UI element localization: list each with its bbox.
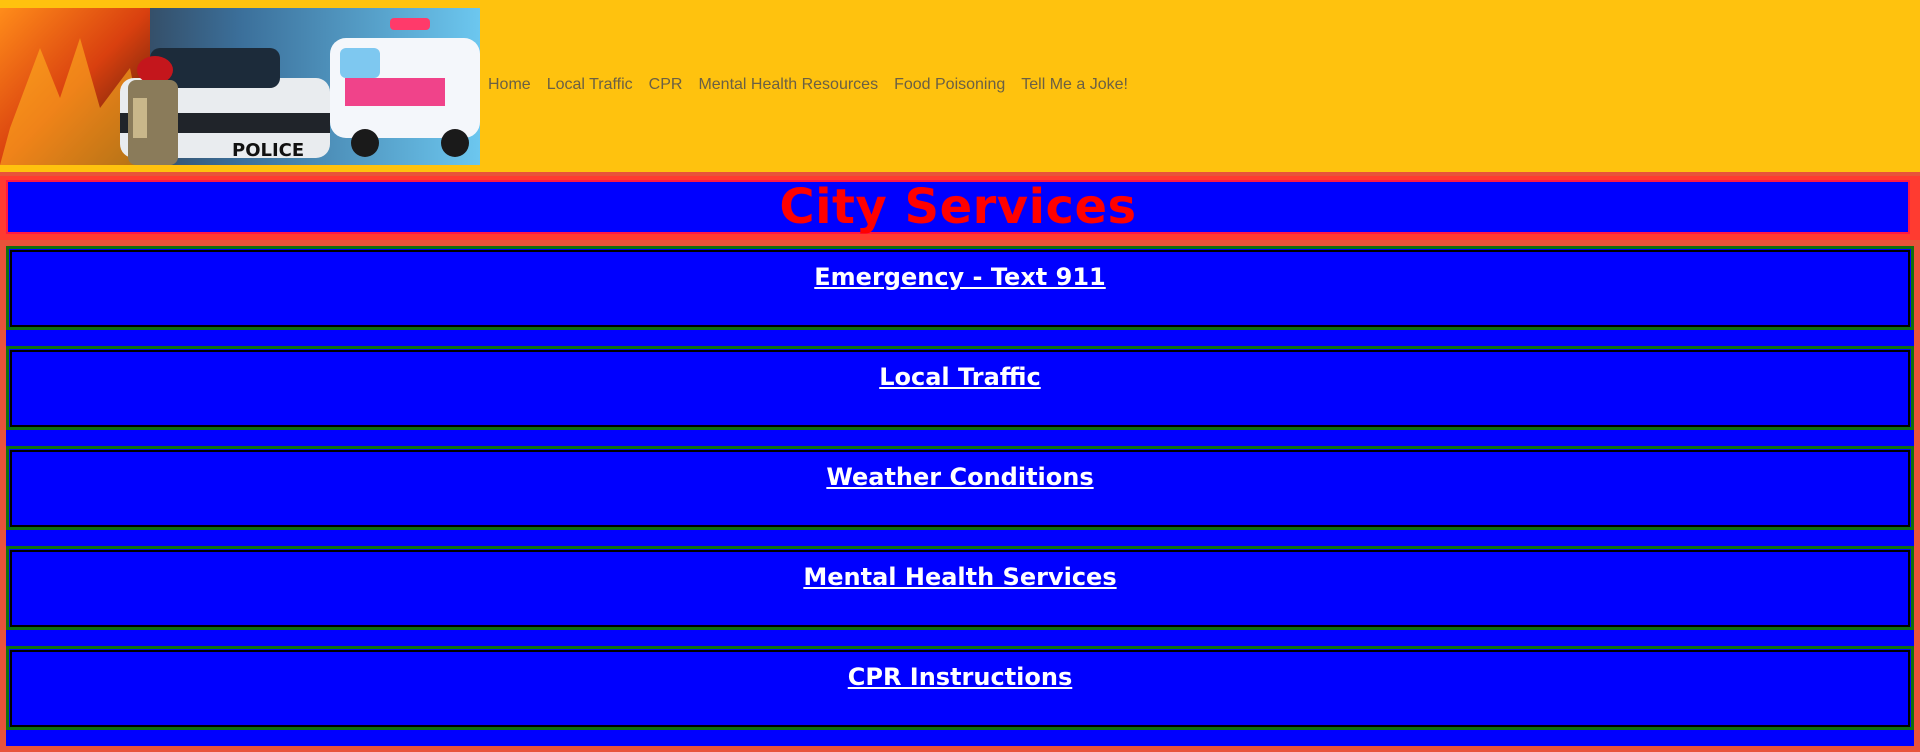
title-panel: City Services [6, 179, 1910, 235]
service-weather: Weather Conditions [6, 446, 1914, 530]
service-link-cpr[interactable]: CPR Instructions [848, 663, 1073, 725]
service-cpr: CPR Instructions [6, 646, 1914, 730]
nav-mental-health-resources[interactable]: Mental Health Resources [698, 76, 878, 94]
nav-cpr[interactable]: CPR [649, 76, 683, 94]
page-title: City Services [779, 179, 1137, 235]
service-link-mental-health[interactable]: Mental Health Services [803, 563, 1116, 625]
nav-home[interactable]: Home [488, 76, 531, 94]
svg-text:POLICE: POLICE [232, 140, 304, 161]
nav-tell-me-a-joke[interactable]: Tell Me a Joke! [1021, 76, 1128, 94]
service-link-local-traffic[interactable]: Local Traffic [879, 363, 1041, 425]
service-card: Local Traffic [10, 350, 1910, 427]
main-nav: Home Local Traffic CPR Mental Health Res… [488, 76, 1144, 94]
service-card: Mental Health Services [10, 550, 1910, 627]
service-link-emergency[interactable]: Emergency - Text 911 [814, 263, 1105, 325]
banner-illustration: POLICE [0, 8, 480, 165]
nav-food-poisoning[interactable]: Food Poisoning [894, 76, 1005, 94]
service-link-weather[interactable]: Weather Conditions [826, 463, 1093, 525]
site-header: POLICE Home Local Traffic CPR Mental Hea… [0, 0, 1920, 172]
service-local-traffic: Local Traffic [6, 346, 1914, 430]
service-card: Emergency - Text 911 [10, 250, 1910, 327]
service-mental-health: Mental Health Services [6, 546, 1914, 630]
nav-local-traffic[interactable]: Local Traffic [547, 76, 633, 94]
service-card: Weather Conditions [10, 450, 1910, 527]
service-emergency: Emergency - Text 911 [6, 246, 1914, 330]
title-bar: City Services [0, 176, 1920, 240]
services-list: Emergency - Text 911 Local Traffic Weath… [6, 246, 1914, 746]
service-card: CPR Instructions [10, 650, 1910, 727]
banner-image: POLICE [0, 8, 480, 165]
